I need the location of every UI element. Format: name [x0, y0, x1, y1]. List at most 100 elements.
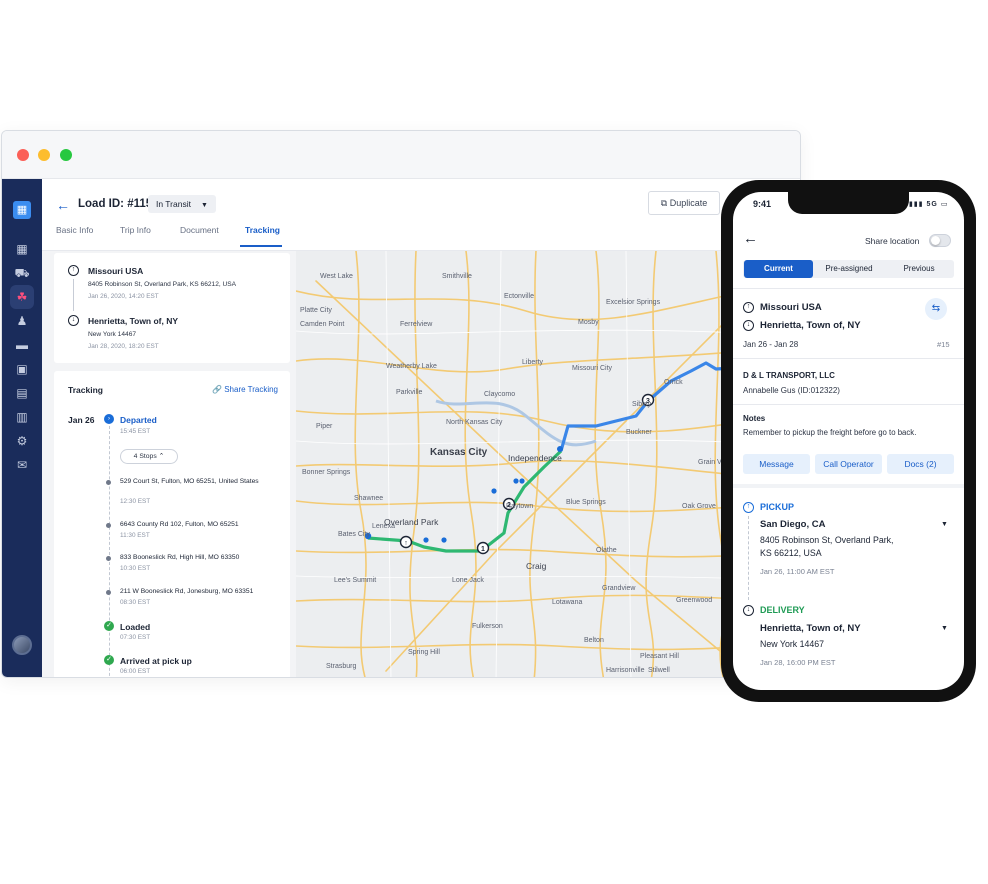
load-id-title: Load ID: #115: [78, 198, 153, 210]
signal-bars-icon: ▮▮▮: [909, 201, 924, 208]
map-label: Fulkerson: [472, 623, 503, 630]
carrier-name: D & L TRANSPORT, LLC: [743, 371, 835, 380]
share-location-toggle[interactable]: [929, 234, 951, 247]
map-label: Stilwell: [648, 667, 670, 674]
status-dropdown[interactable]: In Transit ▼: [148, 195, 216, 213]
docs-button[interactable]: Docs (2): [887, 454, 954, 474]
map-label: Blue Springs: [566, 499, 606, 506]
map-label: West Lake: [320, 273, 353, 280]
minimize-window-button[interactable]: [38, 149, 50, 161]
map-label: Platte City: [300, 307, 332, 314]
delivery-caret-down-icon[interactable]: ▼: [941, 625, 948, 632]
map-label: Independence: [508, 453, 562, 463]
loaded-check-icon: ✓: [104, 621, 114, 631]
segment-previous[interactable]: Previous: [885, 260, 953, 278]
origin-name: Missouri USA: [88, 266, 144, 276]
phone-screen: 9:41 ▮▮▮ 5G ▭ ← Share location Current P…: [733, 192, 964, 690]
contacts-icon[interactable]: ▤: [14, 385, 30, 401]
settings-gear-icon[interactable]: ⚙: [14, 433, 30, 449]
divider: [733, 358, 964, 359]
map-label: Weatherby Lake: [386, 363, 437, 370]
call-operator-button[interactable]: Call Operator: [815, 454, 882, 474]
stop-address: 6643 County Rd 102, Fulton, MO 65251: [120, 521, 239, 528]
loaded-time: 07:30 EST: [120, 634, 151, 641]
messages-icon[interactable]: ✉: [14, 457, 30, 473]
stops-toggle-button[interactable]: 4 Stops ⌃: [120, 449, 178, 464]
map-label: Buckner: [626, 429, 652, 436]
destination-address: New York 14467: [88, 331, 137, 338]
map-label: Piper: [316, 423, 333, 430]
departed-time: 15:45 EST: [120, 428, 151, 435]
loads-icon[interactable]: ☘: [10, 285, 34, 309]
departed-label: Departed: [120, 415, 157, 425]
copy-icon: ⧉: [660, 198, 668, 208]
stop-marker: [106, 480, 111, 485]
pickup-caret-down-icon[interactable]: ▼: [941, 521, 948, 528]
timeline-line: [109, 426, 110, 677]
app-logo-icon[interactable]: ▦: [13, 201, 31, 219]
map-label: Greenwood: [676, 597, 713, 604]
map-label: Orrick: [664, 379, 683, 386]
map-label: Raytown: [506, 503, 534, 510]
active-tab-indicator: [240, 245, 282, 247]
stop-address: 529 Court St, Fulton, MO 65251, United S…: [120, 478, 259, 485]
operator-name: Annabelle Gus (ID:012322): [743, 386, 840, 395]
map-label: Mosby: [578, 319, 599, 326]
folder-icon[interactable]: ▬: [14, 337, 30, 353]
reports-icon[interactable]: ▥: [14, 409, 30, 425]
segment-current[interactable]: Current: [744, 260, 813, 278]
load-number: #15: [937, 340, 950, 349]
map-label: Spring Hill: [408, 649, 440, 656]
duplicate-button[interactable]: ⧉ Duplicate: [648, 191, 720, 215]
tab-document[interactable]: Document: [180, 225, 219, 235]
pickup-time: Jan 26, 11:00 AM EST: [760, 567, 835, 576]
delivery-title: DELIVERY: [760, 605, 805, 615]
map-city-label: Kansas City: [430, 447, 488, 458]
link-icon: 🔗: [212, 385, 222, 394]
close-window-button[interactable]: [17, 149, 29, 161]
map-label: Camden Point: [300, 321, 345, 328]
dashboard-icon[interactable]: ▦: [14, 241, 30, 257]
route-connector: [748, 516, 749, 600]
notes-title: Notes: [743, 414, 766, 423]
map-label: Strasburg: [326, 663, 357, 670]
map-label: Grandview: [602, 585, 636, 592]
route-icon-button[interactable]: ⇆: [925, 298, 947, 320]
destination-name: Henrietta, Town of, NY: [88, 316, 179, 326]
pickup-up-arrow-icon: ↑: [743, 502, 754, 513]
drivers-icon[interactable]: ♟: [14, 313, 30, 329]
arrived-check-icon: ✓: [104, 655, 114, 665]
map-label: Ectonville: [504, 293, 534, 300]
map-label: Excelsior Springs: [606, 299, 661, 306]
back-arrow-icon[interactable]: ←: [743, 230, 758, 247]
map-label: Bates City: [338, 531, 370, 538]
stop-time: 10:30 EST: [120, 565, 151, 572]
loaded-label: Loaded: [120, 622, 151, 632]
segment-pre-assigned[interactable]: Pre-assigned: [815, 260, 883, 278]
route-connector: [73, 279, 74, 311]
divider: [733, 404, 964, 405]
map-label: Oak Grove: [682, 503, 716, 510]
map-label: Shawnee: [354, 495, 384, 502]
route-summary-card: ↑ Missouri USA 8405 Robinson St, Overlan…: [54, 253, 290, 363]
maximize-window-button[interactable]: [60, 149, 72, 161]
back-arrow-icon[interactable]: ←: [56, 197, 70, 213]
section-divider: [733, 484, 964, 488]
shipments-icon[interactable]: ⛟: [14, 265, 30, 281]
pickup-title: PICKUP: [760, 502, 795, 512]
divider: [733, 288, 964, 289]
load-segmented-control: Current Pre-assigned Previous: [743, 260, 954, 278]
truck-icon[interactable]: ▣: [14, 361, 30, 377]
user-avatar[interactable]: [12, 635, 32, 655]
tab-trip-info[interactable]: Trip Info: [120, 225, 151, 235]
share-tracking-link[interactable]: 🔗 Share Tracking: [212, 385, 278, 394]
pickup-city: San Diego, CA: [760, 519, 826, 530]
map-label: Parkville: [396, 389, 423, 396]
svg-text:1: 1: [481, 546, 485, 553]
tab-basic-info[interactable]: Basic Info: [56, 225, 93, 235]
tab-tracking[interactable]: Tracking: [245, 225, 280, 235]
origin-up-arrow-icon: ↑: [743, 302, 754, 313]
tracking-title: Tracking: [68, 385, 103, 395]
map-label: Ferrelview: [400, 321, 433, 328]
message-button[interactable]: Message: [743, 454, 810, 474]
